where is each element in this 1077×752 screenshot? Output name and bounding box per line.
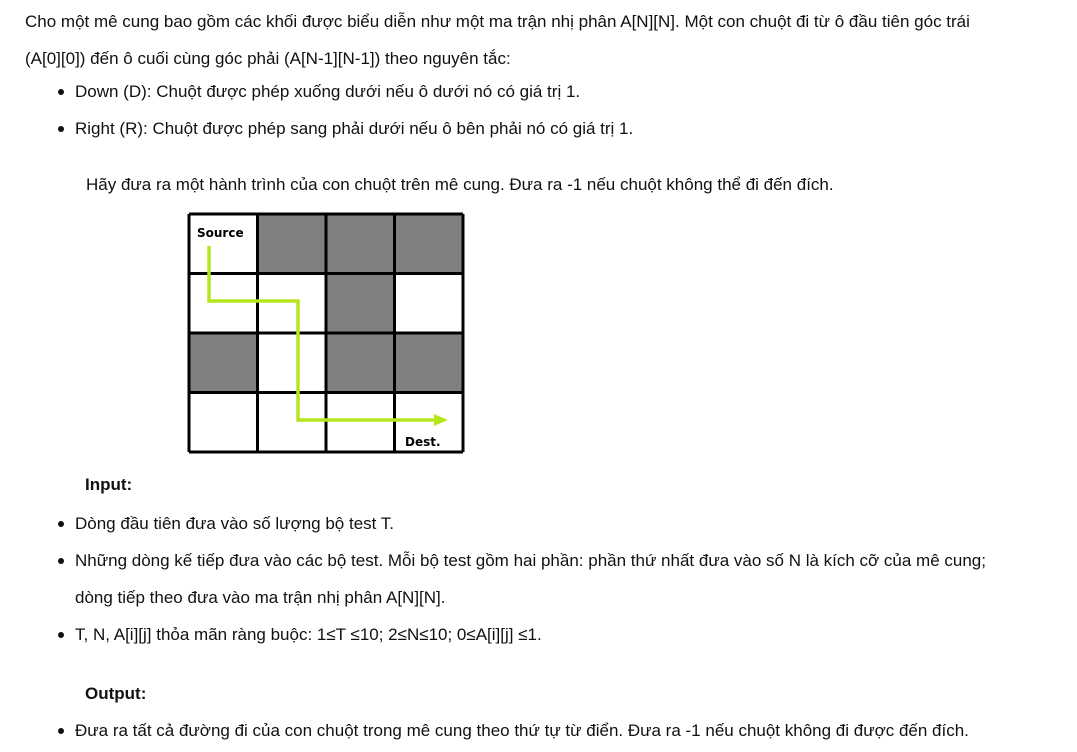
maze-cell-2-1-open — [257, 333, 326, 393]
maze-cell-0-1-blocked — [257, 214, 326, 274]
maze-cell-3-0-open — [189, 392, 258, 452]
maze-cell-3-1-open — [257, 392, 326, 452]
maze-cell-0-0-open — [189, 214, 258, 274]
maze-cell-1-0-open — [189, 273, 258, 333]
intro-paragraph: Cho một mê cung bao gồm các khối được bi… — [25, 3, 1070, 77]
input-item-test-format-line-2: dòng tiếp theo đưa vào ma trận nhị phân … — [75, 588, 446, 607]
maze-cell-2-3-blocked — [394, 333, 463, 393]
maze-cell-1-3-open — [394, 273, 463, 333]
rule-down: Down (D): Chuột được phép xuống dưới nếu… — [58, 73, 1058, 110]
output-item: Đưa ra tất cả đường đi của con chuột tro… — [58, 712, 1058, 749]
output-list: Đưa ra tất cả đường đi của con chuột tro… — [58, 712, 1058, 749]
maze-cell-0-3-blocked — [394, 214, 463, 274]
maze-figure: Source Dest. — [187, 212, 465, 454]
maze-cell-1-1-open — [257, 273, 326, 333]
input-item-test-format: Những dòng kế tiếp đưa vào các bộ test. … — [58, 542, 1058, 616]
movement-rules-list: Down (D): Chuột được phép xuống dưới nếu… — [58, 73, 1058, 147]
maze-cell-0-2-blocked — [326, 214, 395, 274]
problem-statement: Cho một mê cung bao gồm các khối được bi… — [0, 0, 1077, 752]
source-label: Source — [197, 226, 244, 240]
input-item-test-count: Dòng đầu tiên đưa vào số lượng bộ test T… — [58, 505, 1058, 542]
maze-cell-2-2-blocked — [326, 333, 395, 393]
rule-right: Right (R): Chuột được phép sang phải dướ… — [58, 110, 1058, 147]
maze-diagram: Source Dest. — [187, 212, 465, 454]
maze-cell-1-2-blocked — [326, 273, 395, 333]
input-heading: Input: — [85, 475, 133, 494]
intro-line-1: Cho một mê cung bao gồm các khối được bi… — [25, 12, 970, 31]
task-description: Hãy đưa ra một hành trình của con chuột … — [86, 175, 834, 194]
intro-line-2: (A[0][0]) đến ô cuối cùng góc phải (A[N-… — [25, 49, 511, 68]
input-list: Dòng đầu tiên đưa vào số lượng bộ test T… — [58, 505, 1058, 653]
maze-cell-2-0-blocked — [189, 333, 258, 393]
dest-label: Dest. — [405, 435, 441, 449]
output-heading: Output: — [85, 684, 147, 703]
maze-cell-3-2-open — [326, 392, 395, 452]
input-item-test-format-line-1: Những dòng kế tiếp đưa vào các bộ test. … — [75, 551, 986, 570]
input-item-constraints: T, N, A[i][j] thỏa mãn ràng buộc: 1≤T ≤1… — [58, 616, 1058, 653]
